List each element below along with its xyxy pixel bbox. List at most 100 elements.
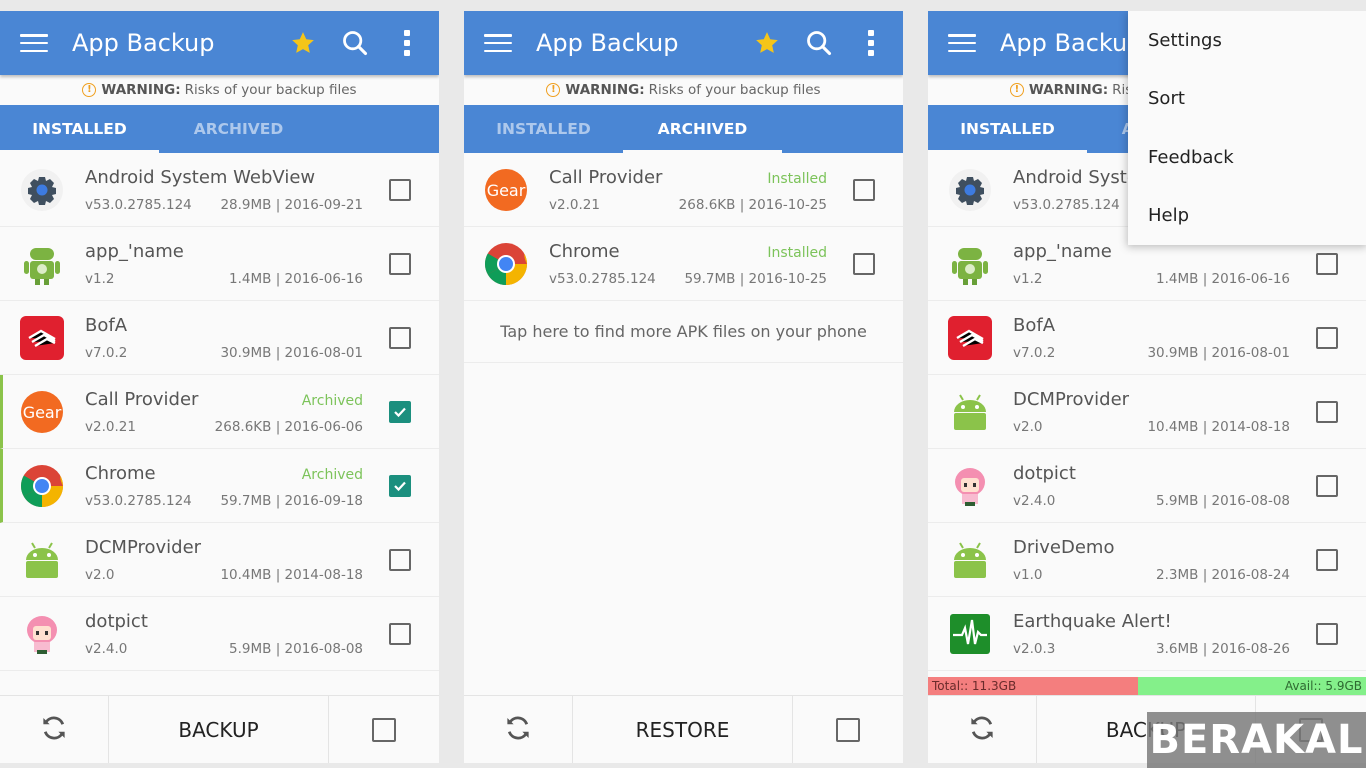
tab-installed[interactable]: INSTALLED	[928, 105, 1087, 153]
tab-installed[interactable]: INSTALLED	[0, 105, 159, 153]
menu-item-feedback[interactable]: Feedback	[1128, 128, 1366, 187]
find-apk-link[interactable]: Tap here to find more APK files on your …	[464, 301, 903, 363]
menu-item-settings[interactable]: Settings	[1128, 11, 1366, 70]
app-row[interactable]: Chrome Installed v53.0.2785.124 59.7MB | 20…	[464, 227, 903, 301]
menu-item-sort[interactable]: Sort	[1128, 70, 1366, 129]
tab-archived[interactable]: ARCHIVED	[159, 105, 318, 153]
star-icon[interactable]	[283, 23, 323, 63]
backup-button[interactable]: BACKUP	[109, 696, 329, 763]
android-icon	[20, 538, 64, 582]
overflow-menu-icon[interactable]	[851, 23, 891, 63]
warning-banner[interactable]: ! WARNING: Risks of your backup files	[464, 75, 903, 105]
app-name: app_'name	[85, 240, 184, 262]
overflow-menu: Settings Sort Feedback Help	[1128, 11, 1366, 245]
restore-button[interactable]: RESTORE	[573, 696, 793, 763]
app-name: DCMProvider	[1013, 388, 1130, 410]
menu-icon[interactable]	[484, 34, 512, 52]
app-version: v2.0.3	[1013, 640, 1056, 657]
app-version: v2.0	[1013, 418, 1043, 435]
app-row[interactable]: Gear Call Provider Installed v2.0.21 268.6KB…	[464, 153, 903, 227]
app-info: app_'name v1.2 1.4MB | 2016-06-16	[85, 239, 363, 289]
app-version: v1.2	[1013, 270, 1043, 287]
search-icon[interactable]	[799, 23, 839, 63]
android-icon	[948, 538, 992, 582]
app-row[interactable]: dotpict v2.4.0 5.9MB | 2016-08-08	[0, 597, 439, 671]
warning-icon: !	[546, 83, 561, 97]
select-all-button[interactable]	[329, 696, 439, 763]
app-size-date: 268.6KB | 2016-10-25	[678, 196, 827, 213]
app-size-date: 5.9MB | 2016-08-08	[229, 640, 363, 657]
row-checkbox[interactable]	[1316, 326, 1338, 349]
chrome-icon	[20, 464, 64, 508]
row-checkbox[interactable]	[389, 548, 411, 571]
warning-text: Risks of your backup files	[184, 82, 357, 98]
row-checkbox[interactable]	[389, 400, 411, 423]
row-checkbox[interactable]	[1316, 474, 1338, 497]
select-all-checkbox[interactable]	[836, 717, 860, 742]
row-checkbox[interactable]	[853, 252, 875, 275]
watermark-logo: BERAKAL	[1147, 712, 1366, 768]
app-bar: App Backup	[0, 11, 439, 75]
tab-installed[interactable]: INSTALLED	[464, 105, 623, 153]
row-checkbox[interactable]	[389, 252, 411, 275]
row-checkbox[interactable]	[389, 178, 411, 201]
warning-icon: !	[82, 83, 97, 97]
menu-icon[interactable]	[20, 34, 48, 52]
row-checkbox[interactable]	[1316, 252, 1338, 275]
app-info: dotpict v2.4.0 5.9MB | 2016-08-08	[1013, 461, 1290, 511]
svg-text:Gear: Gear	[487, 181, 526, 200]
refresh-button[interactable]	[464, 696, 573, 763]
app-info: BofA v7.0.2 30.9MB | 2016-08-01	[1013, 313, 1290, 363]
row-checkbox[interactable]	[1316, 622, 1338, 645]
search-icon[interactable]	[335, 23, 375, 63]
app-name: DCMProvider	[85, 536, 202, 558]
app-size-date: 30.9MB | 2016-08-01	[220, 344, 363, 361]
app-size-date: 59.7MB | 2016-10-25	[684, 270, 827, 287]
app-row[interactable]: dotpict v2.4.0 5.9MB | 2016-08-08	[928, 449, 1366, 523]
row-checkbox[interactable]	[853, 178, 875, 201]
app-name: BofA	[85, 314, 128, 336]
panel-menu-open: App Backup ! WARNING: Risks of your back…	[928, 11, 1366, 763]
app-row[interactable]: Chrome Archived v53.0.2785.124 59.7MB | 201…	[0, 449, 439, 523]
webview-gear-icon	[20, 168, 64, 212]
row-checkbox[interactable]	[1316, 400, 1338, 423]
tab-archived[interactable]: ARCHIVED	[623, 105, 782, 153]
app-status: Archived	[301, 392, 363, 409]
star-icon[interactable]	[747, 23, 787, 63]
row-checkbox[interactable]	[1316, 548, 1338, 571]
app-row[interactable]: BofA v7.0.2 30.9MB | 2016-08-01	[928, 301, 1366, 375]
overflow-menu-icon[interactable]	[387, 23, 427, 63]
menu-icon[interactable]	[948, 34, 976, 52]
app-row[interactable]: DCMProvider v2.0 10.4MB | 2014-08-18	[928, 375, 1366, 449]
dotpict-icon	[20, 612, 64, 656]
app-row[interactable]: Gear Call Provider Archived v2.0.21 268.6KB …	[0, 375, 439, 449]
refresh-icon	[39, 713, 69, 747]
app-version: v53.0.2785.124	[1013, 196, 1120, 213]
app-row[interactable]: BofA v7.0.2 30.9MB | 2016-08-01	[0, 301, 439, 375]
row-checkbox[interactable]	[389, 622, 411, 645]
app-title: App Backup	[72, 29, 215, 57]
app-row[interactable]: DriveDemo v1.0 2.3MB | 2016-08-24	[928, 523, 1366, 597]
refresh-button[interactable]	[928, 696, 1037, 763]
refresh-button[interactable]	[0, 696, 109, 763]
app-version: v2.0	[85, 566, 115, 583]
app-size-date: 2.3MB | 2016-08-24	[1156, 566, 1290, 583]
app-size-date: 1.4MB | 2016-06-16	[229, 270, 363, 287]
select-all-button[interactable]	[793, 696, 903, 763]
app-bar: App Backup	[464, 11, 903, 75]
app-row[interactable]: app_'name v1.2 1.4MB | 2016-06-16	[0, 227, 439, 301]
app-name: Earthquake Alert!	[1013, 610, 1172, 632]
warning-label: WARNING:	[101, 82, 181, 98]
row-checkbox[interactable]	[389, 326, 411, 349]
bofa-icon	[948, 315, 992, 360]
warning-banner[interactable]: ! WARNING: Risks of your backup files	[0, 75, 439, 105]
app-row[interactable]: DCMProvider v2.0 10.4MB | 2014-08-18	[0, 523, 439, 597]
app-version: v1.0	[1013, 566, 1043, 583]
menu-item-help[interactable]: Help	[1128, 187, 1366, 246]
select-all-checkbox[interactable]	[372, 717, 396, 742]
app-row[interactable]: Android System WebView v53.0.2785.124 28.9…	[0, 153, 439, 227]
app-list: Android System WebView v53.0.2785.124 28.9…	[0, 153, 439, 671]
app-row[interactable]: Earthquake Alert! v2.0.3 3.6MB | 2016-08-2…	[928, 597, 1366, 671]
app-info: dotpict v2.4.0 5.9MB | 2016-08-08	[85, 609, 363, 659]
row-checkbox[interactable]	[389, 474, 411, 497]
